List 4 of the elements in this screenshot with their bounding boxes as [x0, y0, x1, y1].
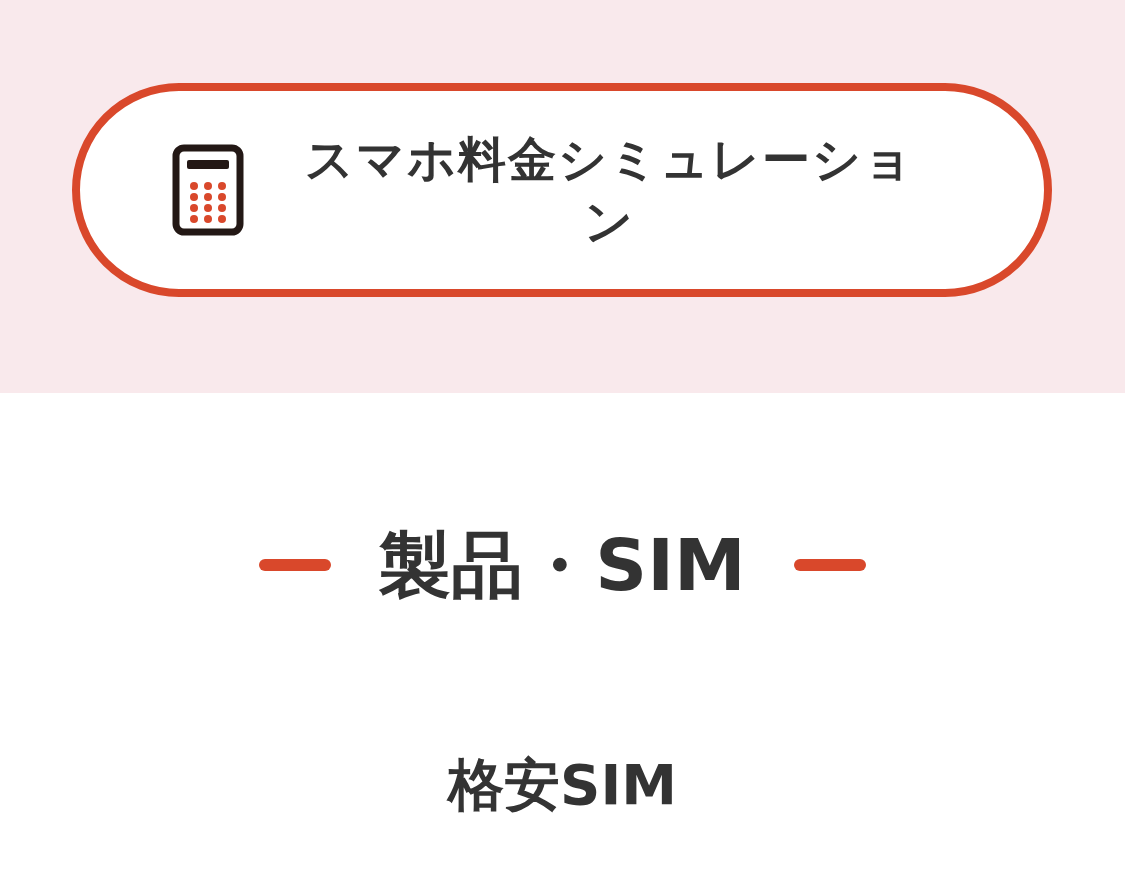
- calculator-icon: [172, 144, 244, 236]
- subheading: 格安SIM: [448, 757, 677, 813]
- section-heading: 製品・SIM: [379, 529, 746, 601]
- simulation-button[interactable]: スマホ料金シミュレーション: [72, 83, 1052, 297]
